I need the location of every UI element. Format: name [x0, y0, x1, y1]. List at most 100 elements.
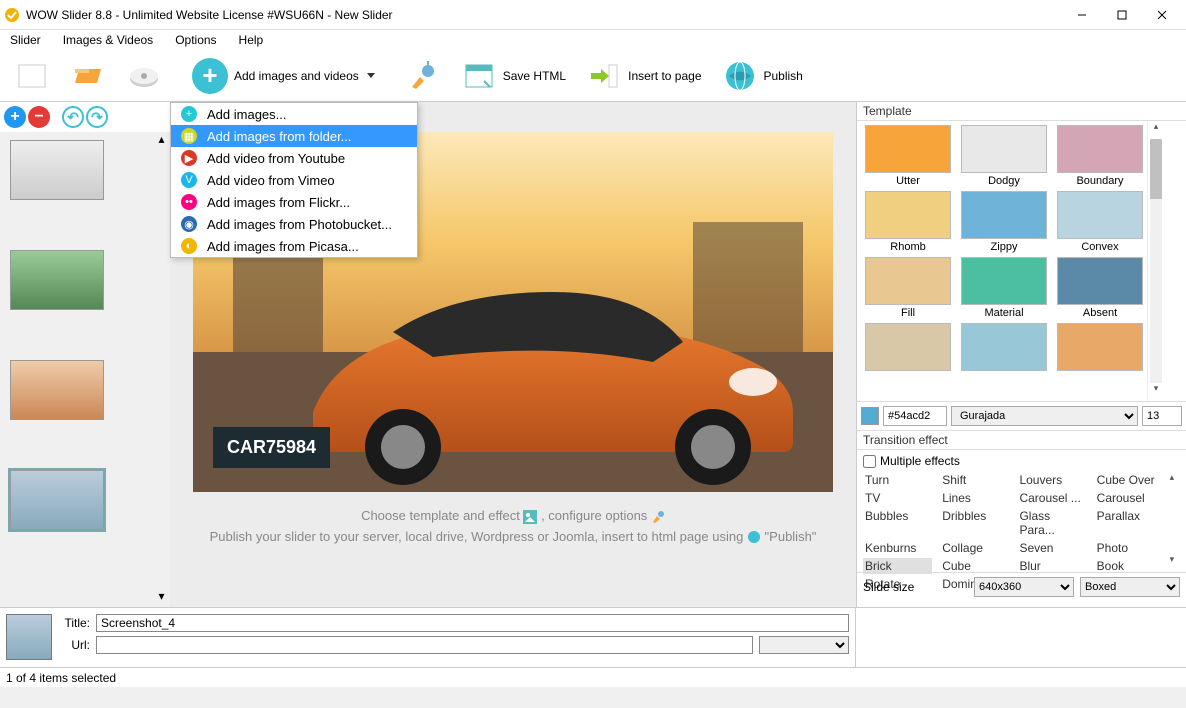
template-item[interactable]: Utter — [863, 125, 953, 187]
template-item[interactable]: Dodgy — [959, 125, 1049, 187]
template-item[interactable] — [863, 323, 953, 373]
rotate-left-button[interactable]: ↶ — [62, 106, 84, 128]
layout-select[interactable]: Boxed — [1080, 577, 1180, 597]
font-select[interactable]: Gurajada — [951, 406, 1138, 426]
effect-item[interactable]: Cube Over — [1095, 472, 1164, 488]
titlebar: WOW Slider 8.8 - Unlimited Website Licen… — [0, 0, 1186, 30]
scroll-up-icon[interactable]: ▴ — [153, 132, 170, 150]
effect-item[interactable]: Shift — [940, 472, 1009, 488]
effect-item[interactable]: Parallax — [1095, 508, 1164, 538]
insert-to-page-button[interactable]: Insert to page — [578, 54, 709, 98]
scroll-up-icon[interactable]: ▴ — [1148, 121, 1164, 139]
url-target-select[interactable] — [759, 636, 849, 654]
scroll-down-icon[interactable]: ▾ — [1148, 383, 1164, 401]
template-name: Material — [984, 307, 1023, 319]
scroll-down-icon[interactable]: ▾ — [1164, 554, 1180, 572]
template-preview-icon — [961, 323, 1047, 371]
add-slide-button[interactable]: + — [4, 106, 26, 128]
new-slider-button[interactable] — [6, 54, 58, 98]
slide-size-select[interactable]: 640x360 — [974, 577, 1074, 597]
template-item[interactable]: Boundary — [1055, 125, 1145, 187]
template-item[interactable]: Material — [959, 257, 1049, 319]
template-item[interactable] — [959, 323, 1049, 373]
effects-list: Turn Shift Louvers Cube Over TV Lines Carousel… — [863, 472, 1164, 572]
effect-item[interactable]: Bubbles — [863, 508, 932, 538]
effect-item[interactable]: Turn — [863, 472, 932, 488]
effect-item[interactable]: Glass Para... — [1017, 508, 1086, 538]
menu-images-videos[interactable]: Images & Videos — [59, 33, 158, 47]
save-html-button[interactable]: Save HTML — [453, 54, 574, 98]
template-item[interactable]: Rhomb — [863, 191, 953, 253]
save-button[interactable] — [118, 54, 170, 98]
thumbnail-3[interactable] — [10, 360, 104, 420]
dropdown-item-label: Add video from Vimeo — [207, 173, 335, 188]
effect-item[interactable]: Seven — [1017, 540, 1086, 556]
dropdown-item[interactable]: ▦Add images from folder... — [171, 125, 417, 147]
insert-icon — [586, 58, 622, 94]
menu-help[interactable]: Help — [235, 33, 268, 47]
effect-item[interactable]: Lines — [940, 490, 1009, 506]
template-scrollbar[interactable]: ▴ ▾ — [1147, 121, 1164, 401]
dropdown-item[interactable]: ▶Add video from Youtube — [171, 147, 417, 169]
slide-properties: Title: Url: — [0, 607, 856, 667]
preview-area: +Add images...▦Add images from folder...… — [170, 102, 856, 607]
template-name: Absent — [1083, 307, 1117, 319]
slide-size-label: Slide size — [863, 580, 968, 594]
publish-hint-icon — [747, 530, 761, 544]
url-input[interactable] — [96, 636, 753, 654]
dropdown-item[interactable]: VAdd video from Vimeo — [171, 169, 417, 191]
source-icon: ◐ — [181, 238, 197, 254]
thumb-scrollbar[interactable]: ▴ ▾ — [153, 132, 170, 607]
chevron-down-icon[interactable] — [367, 73, 375, 78]
add-images-videos-button[interactable]: + Add images and videos — [184, 54, 383, 98]
title-input[interactable] — [96, 614, 849, 632]
effect-item[interactable]: Louvers — [1017, 472, 1086, 488]
right-panel: Template UtterDodgyBoundaryRhombZippyCon… — [856, 102, 1186, 607]
rotate-right-button[interactable]: ↷ — [86, 106, 108, 128]
globe-icon — [722, 58, 758, 94]
effect-item[interactable]: Photo — [1095, 540, 1164, 556]
app-icon — [4, 7, 20, 23]
dropdown-item[interactable]: ••Add images from Flickr... — [171, 191, 417, 213]
menu-options[interactable]: Options — [171, 33, 220, 47]
remove-slide-button[interactable]: − — [28, 106, 50, 128]
effects-scrollbar[interactable]: ▴ ▾ — [1164, 472, 1180, 572]
color-input[interactable] — [883, 406, 947, 426]
template-controls: Gurajada — [857, 401, 1186, 431]
dropdown-item[interactable]: ◉Add images from Photobucket... — [171, 213, 417, 235]
maximize-button[interactable] — [1102, 3, 1142, 27]
multiple-effects-checkbox[interactable]: Multiple effects — [863, 454, 1180, 468]
effect-item[interactable]: Collage — [940, 540, 1009, 556]
scroll-down-icon[interactable]: ▾ — [153, 589, 170, 607]
effect-item[interactable]: Carousel — [1095, 490, 1164, 506]
dropdown-item[interactable]: ◐Add images from Picasa... — [171, 235, 417, 257]
thumbnail-4[interactable] — [10, 470, 104, 530]
close-button[interactable] — [1142, 3, 1182, 27]
template-item[interactable]: Zippy — [959, 191, 1049, 253]
template-item[interactable]: Absent — [1055, 257, 1145, 319]
scroll-up-icon[interactable]: ▴ — [1164, 472, 1180, 490]
dropdown-item-label: Add images from folder... — [207, 129, 352, 144]
template-preview-icon — [1057, 323, 1143, 371]
toolbar: + Add images and videos Save HTML Insert… — [0, 50, 1186, 102]
settings-button[interactable] — [397, 54, 449, 98]
minimize-button[interactable] — [1062, 3, 1102, 27]
color-swatch[interactable] — [861, 407, 879, 425]
template-item[interactable]: Fill — [863, 257, 953, 319]
effect-item[interactable]: Dribbles — [940, 508, 1009, 538]
url-label: Url: — [60, 638, 90, 652]
dropdown-item[interactable]: +Add images... — [171, 103, 417, 125]
effect-item[interactable]: Kenburns — [863, 540, 932, 556]
font-size-input[interactable] — [1142, 406, 1182, 426]
options-hint-icon — [651, 510, 665, 524]
effect-item[interactable]: Carousel ... — [1017, 490, 1086, 506]
open-button[interactable] — [62, 54, 114, 98]
source-icon: •• — [181, 194, 197, 210]
template-item[interactable] — [1055, 323, 1145, 373]
menu-slider[interactable]: Slider — [6, 33, 45, 47]
publish-button[interactable]: Publish — [714, 54, 811, 98]
template-item[interactable]: Convex — [1055, 191, 1145, 253]
thumbnail-2[interactable] — [10, 250, 104, 310]
effect-item[interactable]: TV — [863, 490, 932, 506]
thumbnail-1[interactable] — [10, 140, 104, 200]
